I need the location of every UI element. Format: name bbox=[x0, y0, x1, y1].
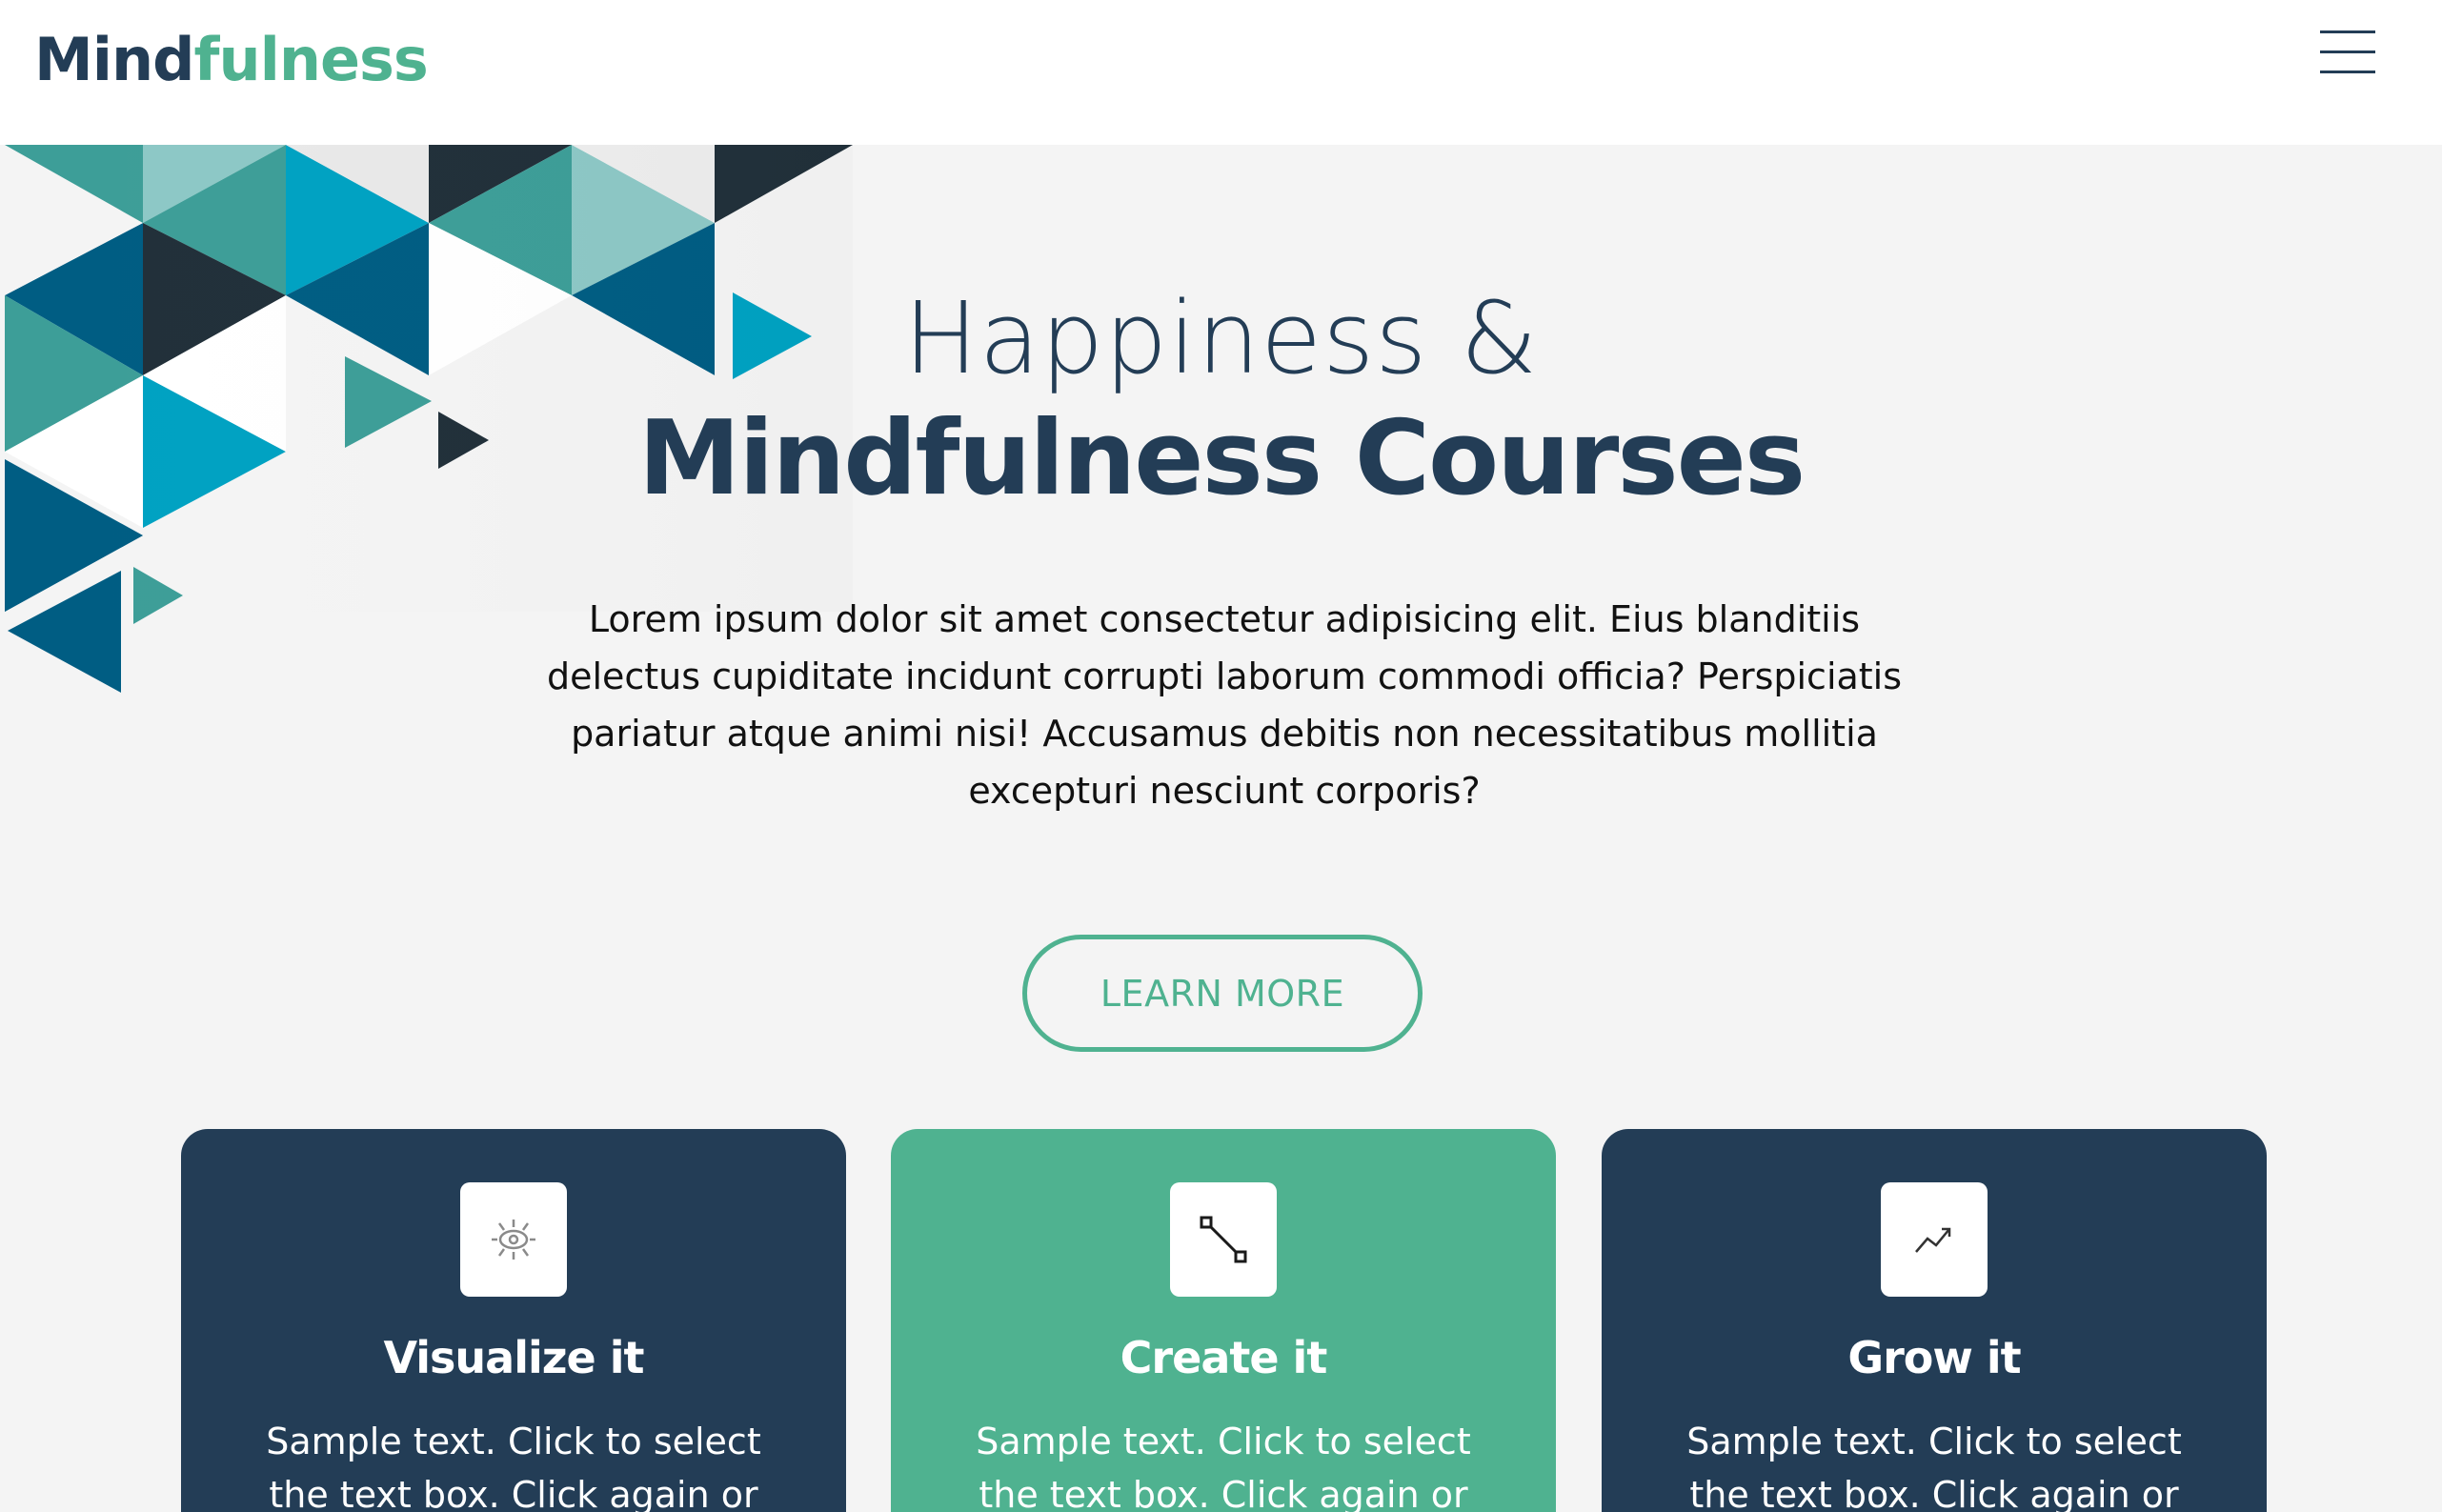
card-text: Sample text. Click to select the text bo… bbox=[1686, 1421, 2182, 1512]
card-title: Grow it bbox=[1847, 1332, 2021, 1383]
card-title: Create it bbox=[1120, 1332, 1328, 1383]
hero-title-line2: Mindfulness Courses bbox=[637, 399, 1806, 518]
hero-title-line1: Happiness & bbox=[903, 280, 1539, 396]
menu-bar-bottom bbox=[2320, 71, 2375, 73]
menu-bar-middle bbox=[2320, 50, 2375, 53]
hamburger-menu-icon[interactable] bbox=[2317, 27, 2378, 78]
eye-vision-icon bbox=[460, 1182, 567, 1297]
site-header: Mindfulness bbox=[0, 0, 2442, 145]
feature-card-visualize[interactable]: Visualize it Sample text. Click to selec… bbox=[181, 1129, 846, 1512]
learn-more-button[interactable]: LEARN MORE bbox=[1022, 935, 1423, 1052]
node-connector-icon bbox=[1170, 1182, 1277, 1297]
card-text: Sample text. Click to select the text bo… bbox=[976, 1421, 1471, 1512]
feature-card-create[interactable]: Create it Sample text. Click to select t… bbox=[891, 1129, 1556, 1512]
site-logo[interactable]: Mindfulness bbox=[34, 17, 429, 103]
page: Mindfulness Happiness & Mindfulness Cour… bbox=[0, 0, 2442, 1512]
card-title: Visualize it bbox=[383, 1332, 644, 1383]
trend-up-icon bbox=[1881, 1182, 1988, 1297]
logo-part-fulness: fulness bbox=[193, 25, 428, 94]
logo-part-mind: Mind bbox=[34, 25, 194, 94]
hero-description: Lorem ipsum dolor sit amet consectetur a… bbox=[546, 598, 1903, 812]
feature-card-grow[interactable]: Grow it Sample text. Click to select the… bbox=[1602, 1129, 2267, 1512]
card-text: Sample text. Click to select the text bo… bbox=[266, 1421, 761, 1512]
menu-bar-top bbox=[2320, 30, 2375, 33]
